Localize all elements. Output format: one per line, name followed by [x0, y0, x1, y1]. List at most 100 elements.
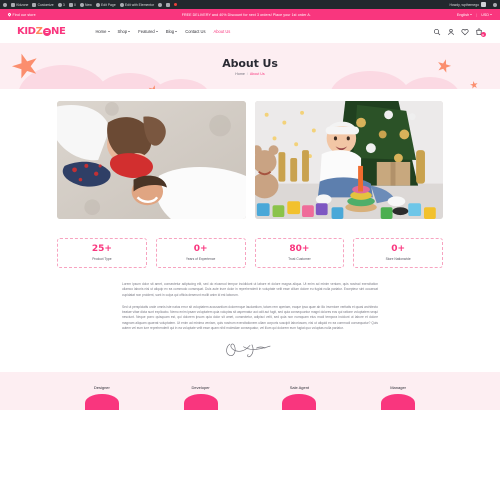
admin-edit-page[interactable]: Edit Page [95, 2, 116, 7]
about-copy: Lorem ipsum dolor sit amet, consectetur … [0, 268, 500, 360]
nav-label: Contact Us [185, 29, 206, 34]
nav-item-shop[interactable]: Shop [118, 29, 131, 34]
topbar-divider: | [476, 12, 478, 17]
map-pin-icon [7, 12, 12, 17]
stat-label: Product Type [92, 257, 112, 261]
admin-edit-with-elementor[interactable]: Edit with Elementor [119, 2, 155, 7]
team-member-photo [183, 394, 218, 411]
admin-duplicate[interactable] [166, 2, 171, 7]
stat-card-store-nationwide: 0+ Store Nationwide [353, 238, 443, 268]
admin-new-content[interactable]: New [79, 2, 92, 7]
site-logo[interactable]: KID Z NE [17, 25, 66, 37]
gallery-image-family [57, 101, 246, 219]
record-icon [174, 3, 178, 6]
chevron-down-icon [490, 14, 492, 15]
comment-icon [68, 2, 73, 7]
wordpress-admin-bar: Kidzone Customize 3 0 New Edit Page Edit… [0, 0, 500, 9]
star-icon [435, 57, 452, 74]
refresh-icon [57, 2, 62, 7]
chevron-down-icon [128, 31, 131, 32]
gallery-image-baby [254, 101, 443, 219]
team-member-role: Sale Agent [289, 385, 310, 391]
stat-value: 80+ [289, 244, 310, 254]
breadcrumb-current: About Us [249, 71, 265, 76]
admin-updates-count: 3 [62, 2, 65, 7]
admin-account-menu[interactable]: Howdy, wpthemego [449, 2, 486, 7]
nav-item-featured[interactable]: Featured [138, 29, 158, 34]
admin-customize[interactable]: Customize [32, 2, 54, 7]
cart-count-badge: 0 [480, 32, 486, 37]
stat-label: Trust Customer [288, 257, 311, 261]
admin-record[interactable] [174, 3, 178, 6]
wordpress-logo-icon [3, 2, 7, 7]
avatar [481, 2, 486, 7]
nav-item-home[interactable]: Home [95, 29, 110, 34]
logo-text-z: Z [35, 25, 43, 37]
chevron-down-icon [470, 14, 473, 15]
search-button[interactable] [433, 28, 441, 36]
admin-wordpress-logo[interactable] [3, 2, 7, 7]
breadcrumb: Home / About Us [222, 72, 278, 76]
page-title: About Us [222, 56, 278, 70]
page-hero: About Us Home / About Us [0, 43, 500, 89]
stat-label: Years of Experience [185, 257, 216, 261]
admin-plugin-menu[interactable] [158, 2, 163, 7]
header-actions: 0 [433, 28, 486, 37]
stat-card-years-of-experience: 0+ Years of Experience [155, 238, 246, 268]
star-icon [469, 80, 478, 89]
stats-row: 25+ Product Type 0+ Years of Experience … [0, 219, 500, 268]
cloud-decoration [152, 79, 210, 89]
chevron-down-icon [107, 31, 110, 32]
language-selector[interactable]: English [457, 13, 473, 17]
main-navigation: Home Shop Featured Blog Contact Us About… [95, 29, 230, 34]
admin-edit-page-label: Edit Page [101, 2, 116, 7]
nav-label: About Us [213, 29, 231, 34]
cloud-decoration [400, 77, 460, 89]
admin-updates[interactable]: 3 [57, 2, 65, 7]
stat-card-product-type: 25+ Product Type [57, 238, 147, 268]
admin-comments-count: 0 [73, 2, 76, 7]
currency-selector[interactable]: USD [481, 13, 492, 17]
admin-site-name[interactable]: Kidzone [11, 2, 29, 7]
site-header: KID Z NE Home Shop Featured Blog Contact… [0, 20, 500, 43]
admin-customize-label: Customize [37, 2, 54, 7]
admin-search[interactable] [493, 2, 497, 7]
plus-icon [79, 2, 84, 7]
wishlist-button[interactable] [461, 28, 469, 36]
nav-item-contact-us[interactable]: Contact Us [185, 29, 205, 34]
stat-value: 25+ [91, 244, 112, 254]
nav-label: Featured [138, 29, 155, 34]
currency-value: USD [481, 12, 489, 17]
team-member-photo [282, 394, 317, 411]
nav-label: Blog [165, 29, 175, 34]
admin-elementor-label: Edit with Elementor [124, 2, 155, 7]
team-member-sale-agent: Sale Agent [255, 385, 345, 411]
store-locator-link[interactable]: Find our store [7, 12, 36, 17]
stat-label: Store Nationwide [385, 257, 411, 261]
admin-site-name-label: Kidzone [16, 2, 29, 7]
stat-card-trust-customer: 80+ Trust Customer [254, 238, 345, 268]
cloud-decoration [330, 71, 410, 89]
search-icon [493, 2, 497, 7]
admin-comments[interactable]: 0 [68, 2, 76, 7]
elementor-icon [119, 2, 124, 7]
team-member-role: Developer [191, 385, 210, 391]
pencil-icon [95, 2, 100, 7]
promo-message: FREE DELIVERY and 40% Discount for next … [181, 12, 311, 17]
cart-button[interactable]: 0 [475, 28, 486, 37]
topbar-selectors: English | USD [457, 13, 492, 17]
breadcrumb-home[interactable]: Home [235, 72, 245, 76]
stat-value: 0+ [391, 244, 406, 254]
admin-new-label: New [85, 2, 92, 7]
smiley-face-icon [42, 27, 51, 36]
account-button[interactable] [447, 28, 455, 36]
chevron-down-icon [175, 31, 178, 32]
home-icon [11, 2, 15, 7]
about-gallery [0, 101, 500, 219]
team-member-role: Manager [390, 385, 407, 391]
nav-item-about-us[interactable]: About Us [214, 29, 231, 34]
nav-item-blog[interactable]: Blog [165, 29, 178, 34]
team-member-developer: Developer [156, 385, 246, 411]
team-member-manager: Manager [353, 385, 443, 411]
logo-text-ne: NE [51, 25, 66, 37]
